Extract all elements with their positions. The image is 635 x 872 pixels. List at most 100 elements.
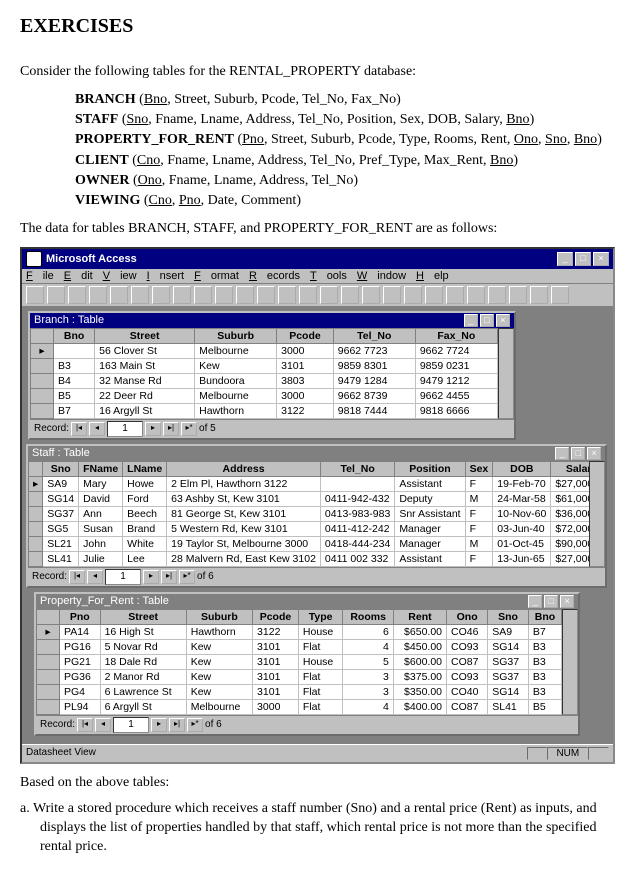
toolbar-btn-16[interactable] <box>362 286 380 304</box>
menu-tools[interactable]: Tools <box>310 270 347 282</box>
minimize-button[interactable]: _ <box>557 252 573 266</box>
toolbar-btn-17[interactable] <box>383 286 401 304</box>
menu-edit[interactable]: Edit <box>64 270 93 282</box>
branch-max[interactable]: □ <box>480 314 494 327</box>
cell[interactable]: Hawthorn <box>195 403 277 418</box>
cell[interactable]: 3000 <box>277 388 334 403</box>
toolbar-btn-9[interactable] <box>215 286 233 304</box>
cell[interactable]: 5 Novar Rd <box>100 639 186 654</box>
cell[interactable]: SL41 <box>488 699 529 714</box>
cell[interactable]: 0411-942-432 <box>320 491 394 506</box>
cell[interactable]: 9859 0231 <box>415 358 497 373</box>
toolbar-btn-1[interactable] <box>47 286 65 304</box>
cell[interactable]: 9662 7724 <box>415 343 497 358</box>
cell[interactable]: Kew <box>195 358 277 373</box>
cell[interactable]: SG37 <box>488 669 529 684</box>
cell[interactable]: M <box>465 536 493 551</box>
cell[interactable]: 9479 1212 <box>415 373 497 388</box>
menu-format[interactable]: Format <box>194 270 239 282</box>
cell[interactable]: SL41 <box>43 551 79 566</box>
cell[interactable]: House <box>298 654 343 669</box>
cell[interactable]: 9479 1284 <box>333 373 415 388</box>
toolbar-btn-14[interactable] <box>320 286 338 304</box>
nav-new[interactable]: ▸* <box>179 570 195 584</box>
cell[interactable]: 16 Argyll St <box>95 403 195 418</box>
cell[interactable]: B7 <box>528 624 561 639</box>
cell[interactable]: CO87 <box>447 699 488 714</box>
scrollbar-v[interactable] <box>562 609 578 715</box>
cell[interactable]: Lee <box>123 551 167 566</box>
row-selector[interactable] <box>29 506 43 521</box>
cell[interactable]: Ann <box>79 506 123 521</box>
cell[interactable]: Kew <box>186 684 252 699</box>
cell[interactable]: CO46 <box>447 624 488 639</box>
cell[interactable]: Snr Assistant <box>395 506 465 521</box>
cell[interactable]: B5 <box>528 699 561 714</box>
row-selector[interactable] <box>37 699 60 714</box>
row-selector[interactable] <box>37 669 60 684</box>
row-selector[interactable]: ▸ <box>29 476 43 491</box>
cell[interactable]: 2 Manor Rd <box>100 669 186 684</box>
cell[interactable]: 6 <box>343 624 393 639</box>
cell[interactable]: 3101 <box>277 358 334 373</box>
staff-close[interactable]: × <box>587 447 601 460</box>
cell[interactable]: 24-Mar-58 <box>493 491 551 506</box>
nav-first[interactable]: |◂ <box>69 570 85 584</box>
toolbar-btn-0[interactable] <box>26 286 44 304</box>
toolbar-btn-6[interactable] <box>152 286 170 304</box>
nav-next[interactable]: ▸ <box>143 570 159 584</box>
col-Rent[interactable]: Rent <box>393 609 446 624</box>
toolbar-btn-25[interactable] <box>551 286 569 304</box>
cell[interactable]: 01-Oct-45 <box>493 536 551 551</box>
cell[interactable]: B4 <box>54 373 95 388</box>
cell[interactable]: $600.00 <box>393 654 446 669</box>
cell[interactable]: 19-Feb-70 <box>493 476 551 491</box>
cell[interactable]: 3122 <box>277 403 334 418</box>
cell[interactable]: B3 <box>528 684 561 699</box>
branch-close[interactable]: × <box>496 314 510 327</box>
row-selector[interactable] <box>37 654 60 669</box>
col-Type[interactable]: Type <box>298 609 343 624</box>
col-Sno[interactable]: Sno <box>43 461 79 476</box>
toolbar-btn-2[interactable] <box>68 286 86 304</box>
toolbar-btn-4[interactable] <box>110 286 128 304</box>
cell[interactable]: 18 Dale Rd <box>100 654 186 669</box>
nav-last[interactable]: ▸| <box>169 718 185 732</box>
cell[interactable]: Flat <box>298 669 343 684</box>
cell[interactable]: Kew <box>186 669 252 684</box>
col-Bno[interactable]: Bno <box>54 328 95 343</box>
cell[interactable]: 3000 <box>277 343 334 358</box>
cell[interactable]: B3 <box>528 654 561 669</box>
property-max[interactable]: □ <box>544 595 558 608</box>
cell[interactable]: CO40 <box>447 684 488 699</box>
cell[interactable]: 3101 <box>253 639 299 654</box>
cell[interactable]: 5 Western Rd, Kew 3101 <box>167 521 321 536</box>
property-grid[interactable]: PnoStreetSuburbPcodeTypeRoomsRentOnoSnoB… <box>36 609 562 715</box>
branch-min[interactable]: _ <box>464 314 478 327</box>
cell[interactable]: 3 <box>343 669 393 684</box>
cell[interactable]: SG14 <box>43 491 79 506</box>
toolbar-btn-12[interactable] <box>278 286 296 304</box>
col-Pcode[interactable]: Pcode <box>253 609 299 624</box>
cell[interactable]: 56 Clover St <box>95 343 195 358</box>
cell[interactable]: B3 <box>528 639 561 654</box>
cell[interactable]: Beech <box>123 506 167 521</box>
cell[interactable]: Kew <box>186 654 252 669</box>
menu-insert[interactable]: Insert <box>147 270 185 282</box>
row-selector[interactable] <box>29 551 43 566</box>
nav-new[interactable]: ▸* <box>187 718 203 732</box>
nav-current[interactable] <box>107 421 143 437</box>
nav-next[interactable]: ▸ <box>145 422 161 436</box>
col-FName[interactable]: FName <box>79 461 123 476</box>
cell[interactable]: Assistant <box>395 476 465 491</box>
col-Tel_No[interactable]: Tel_No <box>333 328 415 343</box>
cell[interactable]: 13-Jun-65 <box>493 551 551 566</box>
nav-last[interactable]: ▸| <box>163 422 179 436</box>
col-LName[interactable]: LName <box>123 461 167 476</box>
cell[interactable] <box>320 476 394 491</box>
staff-max[interactable]: □ <box>571 447 585 460</box>
cell[interactable]: 19 Taylor St, Melbourne 3000 <box>167 536 321 551</box>
cell[interactable]: CO93 <box>447 639 488 654</box>
cell[interactable]: 5 <box>343 654 393 669</box>
cell[interactable]: 9662 4455 <box>415 388 497 403</box>
